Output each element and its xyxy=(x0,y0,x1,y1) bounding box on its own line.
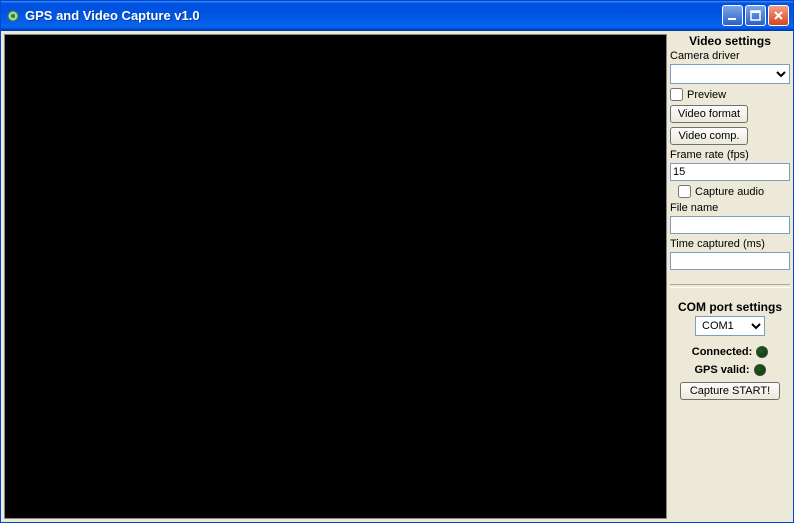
video-settings-section: Video settings Camera driver Preview Vid… xyxy=(670,34,790,274)
com-port-section: COM port settings COM1 Connected: GPS va… xyxy=(670,298,790,400)
minimize-button[interactable] xyxy=(722,5,743,26)
capture-audio-label: Capture audio xyxy=(695,186,764,198)
titlebar-text: GPS and Video Capture v1.0 xyxy=(25,8,722,23)
com-port-title: COM port settings xyxy=(670,300,790,314)
time-captured-row: Time captured (ms) xyxy=(670,238,790,270)
frame-rate-input[interactable] xyxy=(670,163,790,181)
capture-start-button[interactable]: Capture START! xyxy=(680,382,780,400)
right-panel: Video settings Camera driver Preview Vid… xyxy=(670,34,790,519)
camera-driver-row: Camera driver xyxy=(670,50,790,84)
app-icon xyxy=(5,8,21,24)
file-name-input[interactable] xyxy=(670,216,790,234)
camera-driver-label: Camera driver xyxy=(670,50,790,62)
capture-row: Capture START! xyxy=(670,382,790,400)
close-button[interactable] xyxy=(768,5,789,26)
video-format-button[interactable]: Video format xyxy=(670,105,748,123)
capture-audio-checkbox[interactable] xyxy=(678,185,691,198)
video-settings-title: Video settings xyxy=(670,34,790,48)
connected-row: Connected: xyxy=(670,346,790,358)
gps-valid-row: GPS valid: xyxy=(670,364,790,376)
capture-audio-row: Capture audio xyxy=(678,185,790,198)
video-comp-button[interactable]: Video comp. xyxy=(670,127,748,145)
connected-label: Connected: xyxy=(692,346,753,358)
gps-valid-label: GPS valid: xyxy=(694,364,749,376)
maximize-button[interactable] xyxy=(745,5,766,26)
frame-rate-row: Frame rate (fps) xyxy=(670,149,790,181)
gps-valid-led-icon xyxy=(754,364,766,376)
section-divider xyxy=(670,284,790,288)
camera-driver-select[interactable] xyxy=(670,64,790,84)
frame-rate-label: Frame rate (fps) xyxy=(670,149,790,161)
video-preview-area xyxy=(4,34,667,519)
client-area: Video settings Camera driver Preview Vid… xyxy=(1,31,793,522)
app-window: GPS and Video Capture v1.0 Video setting… xyxy=(0,0,794,523)
com-port-select[interactable]: COM1 xyxy=(695,316,765,336)
file-name-row: File name xyxy=(670,202,790,234)
time-captured-input[interactable] xyxy=(670,252,790,270)
time-captured-label: Time captured (ms) xyxy=(670,238,790,250)
file-name-label: File name xyxy=(670,202,790,214)
connected-led-icon xyxy=(756,346,768,358)
preview-checkbox[interactable] xyxy=(670,88,683,101)
titlebar: GPS and Video Capture v1.0 xyxy=(1,1,793,31)
preview-row: Preview xyxy=(670,88,790,101)
window-buttons xyxy=(722,5,789,26)
com-port-row: COM1 xyxy=(670,316,790,336)
preview-label: Preview xyxy=(687,89,726,101)
